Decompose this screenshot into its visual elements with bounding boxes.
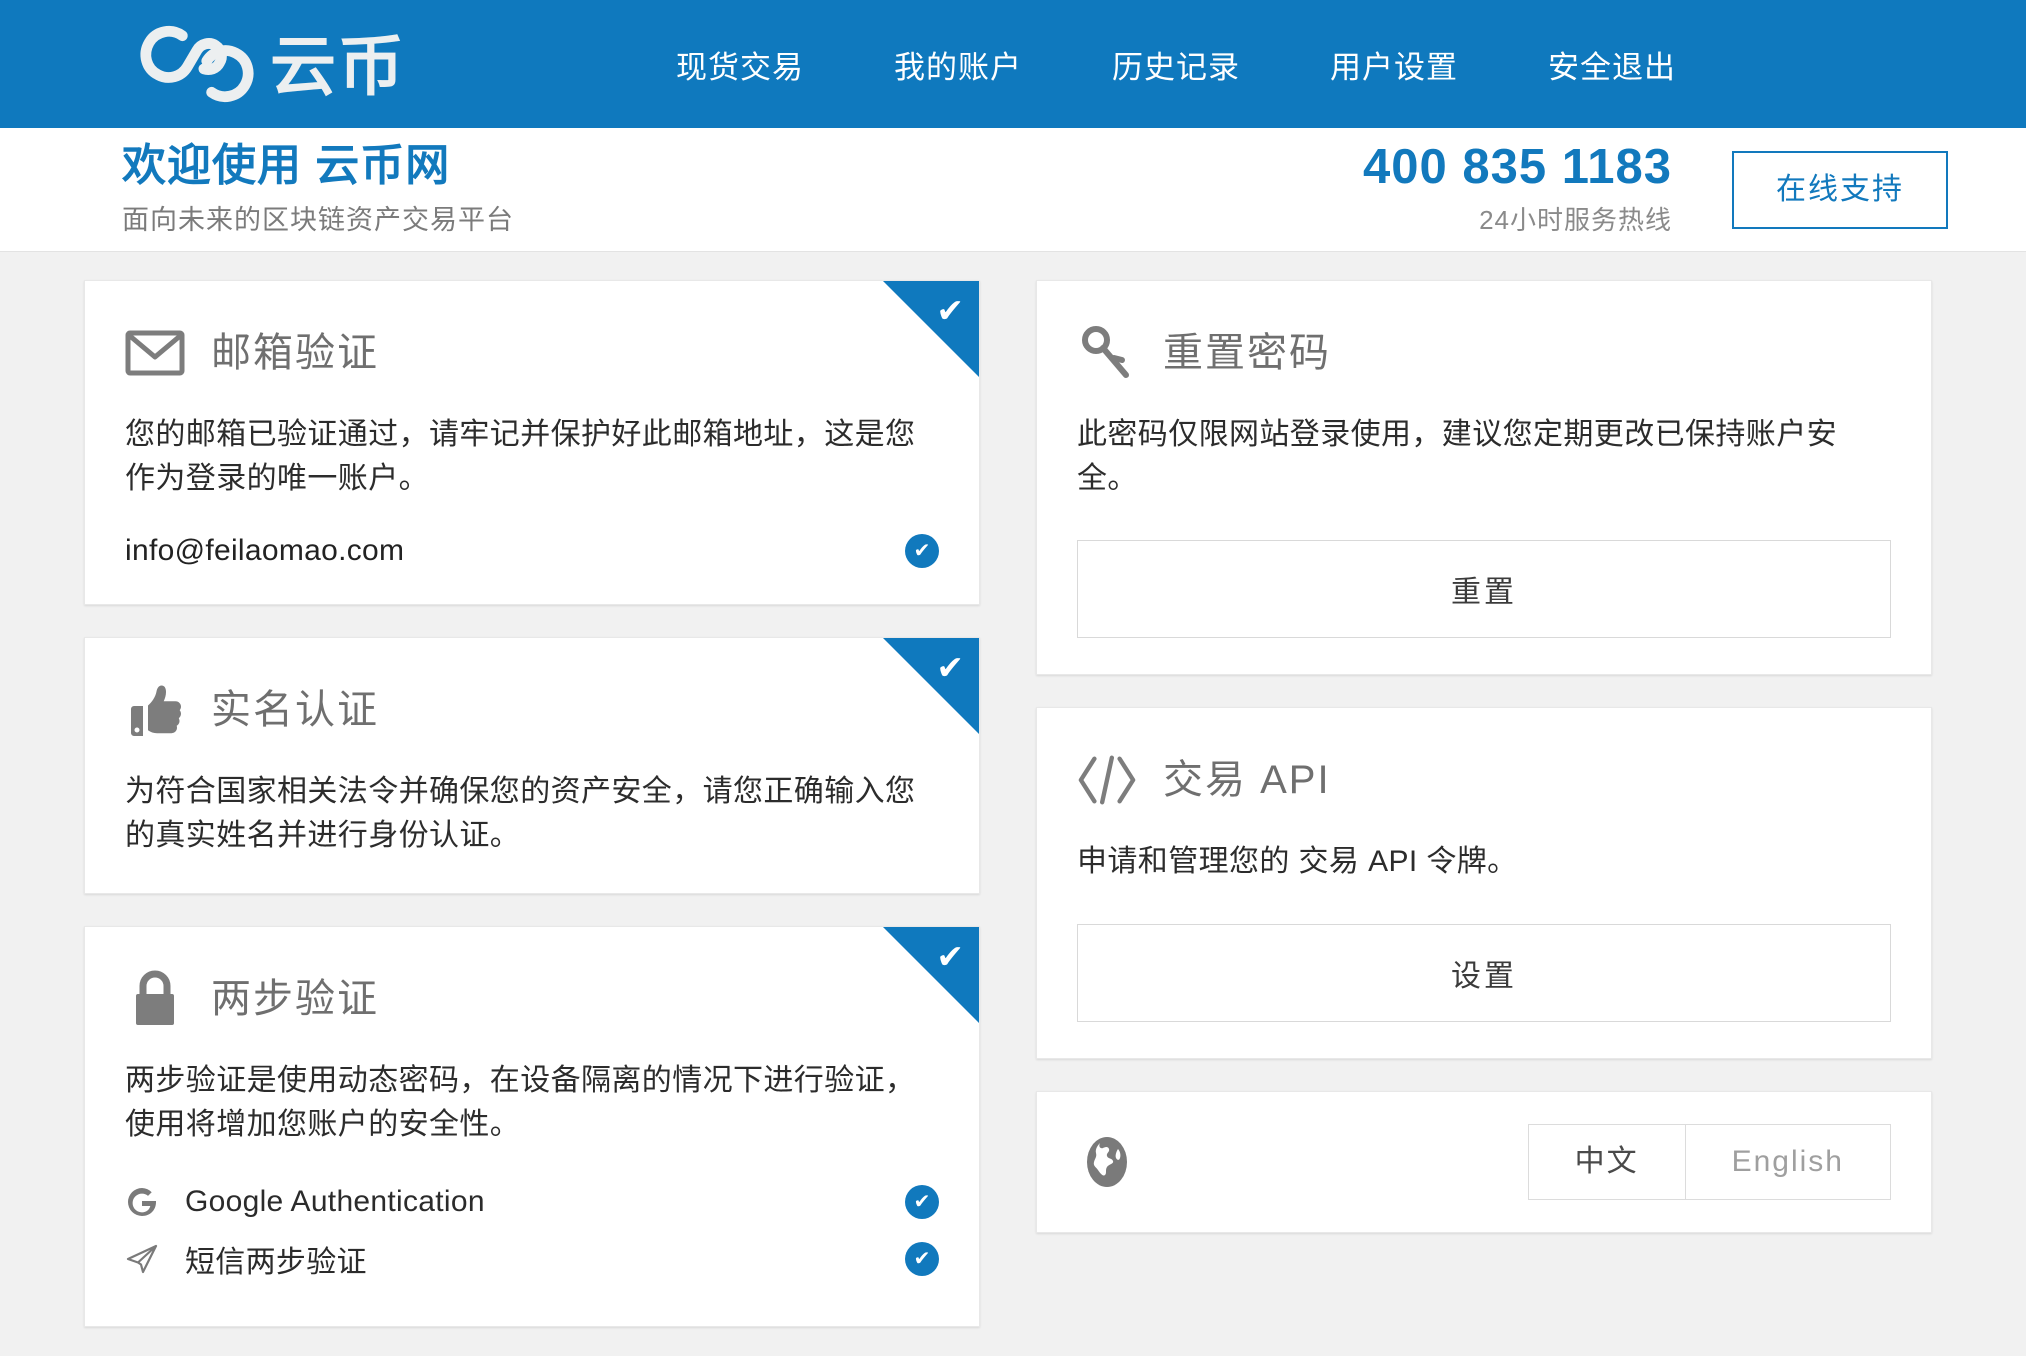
welcome-band: 欢迎使用 云币网 面向未来的区块链资产交易平台 400 835 1183 24小…: [0, 128, 2026, 252]
trading-api-card-title: 交易 API: [1163, 758, 1331, 802]
envelope-icon: [125, 323, 185, 383]
brand-name: 云币: [270, 29, 406, 103]
email-value-row: info@feilaomao.com ✔: [125, 534, 939, 568]
thumbs-up-icon: [125, 680, 185, 740]
globe-icon: [1077, 1132, 1137, 1192]
trading-api-card-body: 申请和管理您的 交易 API 令牌。: [1077, 845, 1518, 878]
hotline-number: 400 835 1183: [1362, 140, 1672, 195]
list-item-label: Google Authentication: [185, 1185, 485, 1218]
hotline-caption: 24小时服务热线: [1479, 204, 1672, 235]
email-card-body: 您的邮箱已验证通过，请牢记并保护好此邮箱地址，这是您作为登录的唯一账户。: [125, 418, 916, 495]
yunbi-chain-logo-icon: [138, 24, 256, 104]
welcome-contact-block: 400 835 1183 24小时服务热线 在线支持: [1362, 140, 1948, 236]
nav-history[interactable]: 历史记录: [1112, 42, 1240, 87]
two-factor-card-header: 两步验证: [125, 969, 939, 1029]
language-option-chinese[interactable]: 中文: [1527, 1123, 1686, 1200]
brand-logo[interactable]: 云币: [138, 24, 406, 104]
paper-plane-icon: [125, 1242, 159, 1276]
identity-card-body: 为符合国家相关法令并确保您的资产安全，请您正确输入您的真实姓名并进行身份认证。: [125, 775, 916, 852]
lock-icon: [125, 969, 185, 1029]
identity-card-header: 实名认证: [125, 680, 939, 740]
language-card: 中文 English: [1036, 1090, 1932, 1233]
main-content: ✔ 邮箱验证 您的邮箱已验证通过，请牢记并保护好此邮箱地址，这是您作为登录的唯一…: [0, 252, 2026, 1327]
left-column: ✔ 邮箱验证 您的邮箱已验证通过，请牢记并保护好此邮箱地址，这是您作为登录的唯一…: [84, 280, 980, 1327]
email-card-title: 邮箱验证: [211, 331, 379, 375]
hotline-block: 400 835 1183 24小时服务热线: [1362, 140, 1672, 236]
identity-verification-card: ✔ 实名认证 为符合国家相关法令并确保您的资产安全，请您正确输入您的真实姓名并进…: [84, 637, 980, 894]
language-switcher: 中文 English: [1527, 1123, 1891, 1200]
google-auth-enabled-badge-icon: ✔: [905, 1185, 939, 1219]
nav-my-account[interactable]: 我的账户: [894, 42, 1022, 87]
list-item[interactable]: 短信两步验证 ✔: [125, 1228, 939, 1290]
two-factor-method-list: Google Authentication ✔ 短信两步验证 ✔: [125, 1176, 939, 1290]
reset-password-card: 重置密码 此密码仅限网站登录使用，建议您定期更改已保持账户安全。 重置: [1036, 280, 1932, 675]
email-card-header: 邮箱验证: [125, 323, 939, 383]
reset-password-card-title: 重置密码: [1163, 331, 1331, 375]
email-verification-card: ✔ 邮箱验证 您的邮箱已验证通过，请牢记并保护好此邮箱地址，这是您作为登录的唯一…: [84, 280, 980, 605]
email-address-value: info@feilaomao.com: [125, 534, 405, 567]
two-factor-card-title: 两步验证: [211, 977, 379, 1021]
list-item-label: 短信两步验证: [185, 1246, 367, 1279]
main-nav: 现货交易 我的账户 历史记录 用户设置 安全退出: [676, 42, 1676, 87]
sms-auth-enabled-badge-icon: ✔: [905, 1242, 939, 1276]
nav-logout[interactable]: 安全退出: [1548, 42, 1676, 87]
identity-card-title: 实名认证: [211, 688, 379, 732]
page-subtitle: 面向未来的区块链资产交易平台: [122, 204, 514, 235]
nav-user-settings[interactable]: 用户设置: [1330, 42, 1458, 87]
page-title: 欢迎使用 云币网: [122, 141, 451, 191]
reset-password-button[interactable]: 重置: [1077, 540, 1891, 638]
online-support-button[interactable]: 在线支持: [1732, 150, 1948, 229]
reset-password-card-header: 重置密码: [1077, 323, 1891, 383]
email-verified-badge-icon: ✔: [905, 534, 939, 568]
two-factor-card-body: 两步验证是使用动态密码，在设备隔离的情况下进行验证，使用将增加您账户的安全性。: [125, 1064, 916, 1141]
welcome-text-block: 欢迎使用 云币网 面向未来的区块链资产交易平台: [122, 142, 514, 237]
language-option-english[interactable]: English: [1685, 1123, 1891, 1200]
google-g-icon: [125, 1185, 159, 1219]
trading-api-card: 交易 API 申请和管理您的 交易 API 令牌。 设置: [1036, 707, 1932, 1059]
list-item[interactable]: Google Authentication ✔: [125, 1176, 939, 1228]
trading-api-card-header: 交易 API: [1077, 750, 1891, 810]
right-column: 重置密码 此密码仅限网站登录使用，建议您定期更改已保持账户安全。 重置 交易 A…: [1036, 280, 1932, 1327]
code-brackets-icon: [1077, 750, 1137, 810]
api-settings-button[interactable]: 设置: [1077, 923, 1891, 1022]
key-icon: [1077, 323, 1137, 383]
top-navigation-bar: 云币 现货交易 我的账户 历史记录 用户设置 安全退出: [0, 0, 2026, 128]
nav-spot-trading[interactable]: 现货交易: [676, 42, 804, 87]
reset-password-card-body: 此密码仅限网站登录使用，建议您定期更改已保持账户安全。: [1077, 418, 1837, 495]
two-factor-card: ✔ 两步验证 两步验证是使用动态密码，在设备隔离的情况下进行验证，使用将增加您账…: [84, 926, 980, 1327]
